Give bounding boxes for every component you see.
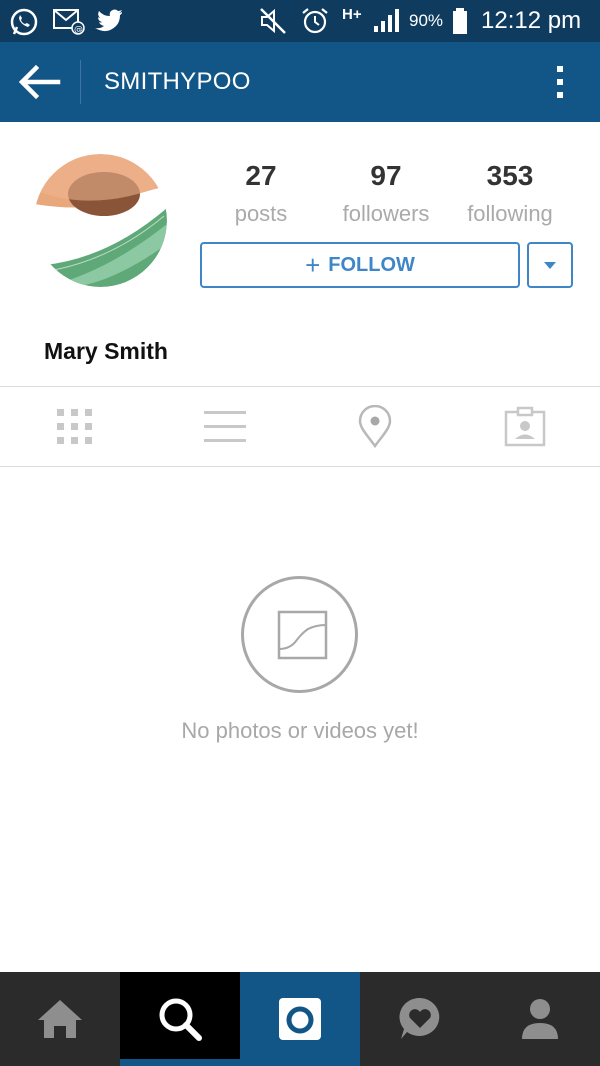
whatsapp-icon xyxy=(8,6,40,43)
follow-label: FOLLOW xyxy=(328,253,415,276)
following-label: following xyxy=(467,201,553,226)
list-icon xyxy=(204,411,246,442)
tab-grid-view[interactable] xyxy=(0,388,150,466)
following-count: 353 xyxy=(486,160,534,191)
arrow-left-icon xyxy=(18,64,61,100)
followers-count: 97 xyxy=(370,160,402,191)
profile-full-name: Mary Smith xyxy=(44,338,168,364)
more-vertical-icon xyxy=(557,66,563,98)
battery-percent: 90% xyxy=(409,11,444,30)
followers-label: followers xyxy=(342,201,430,226)
more-options-button[interactable] xyxy=(548,60,572,104)
empty-state-circle xyxy=(241,576,358,693)
nav-camera[interactable] xyxy=(240,972,360,1066)
alarm-icon xyxy=(300,6,330,41)
signal-icon xyxy=(372,6,402,41)
status-bar: @ H+ 90% 12:12 pm xyxy=(0,0,600,42)
email-icon: @ xyxy=(52,6,86,41)
suggestions-dropdown-button[interactable] xyxy=(527,242,573,288)
twitter-icon xyxy=(94,6,124,39)
search-icon xyxy=(159,998,202,1041)
nav-home[interactable] xyxy=(0,972,120,1066)
tagged-person-icon xyxy=(504,406,546,447)
header-divider xyxy=(80,60,81,104)
posts-count: 27 xyxy=(245,160,277,191)
nav-search[interactable] xyxy=(120,972,240,1066)
follow-button[interactable]: + FOLLOW xyxy=(200,242,520,288)
photo-icon xyxy=(277,610,328,660)
plus-icon: + xyxy=(305,250,321,280)
home-icon xyxy=(38,1000,82,1038)
tab-list-view[interactable] xyxy=(150,388,300,466)
svg-text:@: @ xyxy=(74,25,83,35)
nav-active-indicator xyxy=(120,1059,240,1066)
network-type: H+ xyxy=(342,6,362,23)
nav-profile[interactable] xyxy=(480,972,600,1066)
status-clock: 12:12 pm xyxy=(481,7,582,34)
avatar[interactable] xyxy=(34,154,167,287)
empty-state-text: No photos or videos yet! xyxy=(181,718,419,743)
location-pin-icon xyxy=(358,405,392,449)
battery-icon xyxy=(451,6,469,41)
activity-heart-icon xyxy=(399,997,440,1039)
back-button[interactable] xyxy=(14,60,66,104)
nav-activity[interactable] xyxy=(360,972,480,1066)
divider-bottom xyxy=(0,466,600,467)
posts-label: posts xyxy=(234,201,288,226)
caret-down-icon xyxy=(544,262,556,269)
tab-location-view[interactable] xyxy=(300,388,450,466)
app-header: SMITHYPOO xyxy=(0,42,600,122)
profile-username-title: SMITHYPOO xyxy=(104,68,251,95)
tab-tagged-view[interactable] xyxy=(450,388,600,466)
profile-icon xyxy=(522,999,558,1039)
grid-icon xyxy=(57,409,92,444)
mute-icon xyxy=(258,6,288,41)
bottom-nav xyxy=(0,972,600,1066)
camera-icon xyxy=(279,998,321,1040)
divider-top xyxy=(0,386,600,387)
